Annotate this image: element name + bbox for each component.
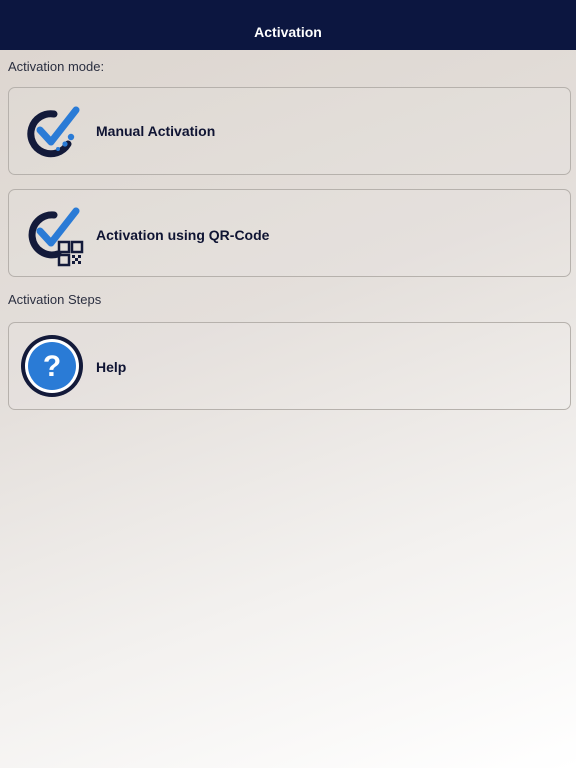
activation-mode-label: Activation mode: — [8, 59, 105, 74]
help-label: Help — [96, 359, 127, 375]
qr-activation-icon — [28, 207, 84, 267]
activation-steps-label: Activation Steps — [8, 292, 102, 307]
qr-activation-label: Activation using QR-Code — [96, 227, 270, 243]
main-content: Activation mode: Manual Activation Activ… — [0, 50, 576, 768]
qr-activation-button[interactable]: Activation using QR-Code — [8, 189, 571, 277]
page-title: Activation — [254, 24, 322, 40]
help-icon: ? — [21, 335, 83, 397]
status-bar — [0, 0, 576, 14]
help-button[interactable]: ? Help — [8, 322, 571, 410]
check-activation-icon — [27, 106, 80, 158]
manual-activation-label: Manual Activation — [96, 123, 216, 139]
nav-bar: Activation — [0, 14, 576, 50]
manual-activation-button[interactable]: Manual Activation — [8, 87, 571, 175]
svg-text:?: ? — [43, 350, 61, 383]
